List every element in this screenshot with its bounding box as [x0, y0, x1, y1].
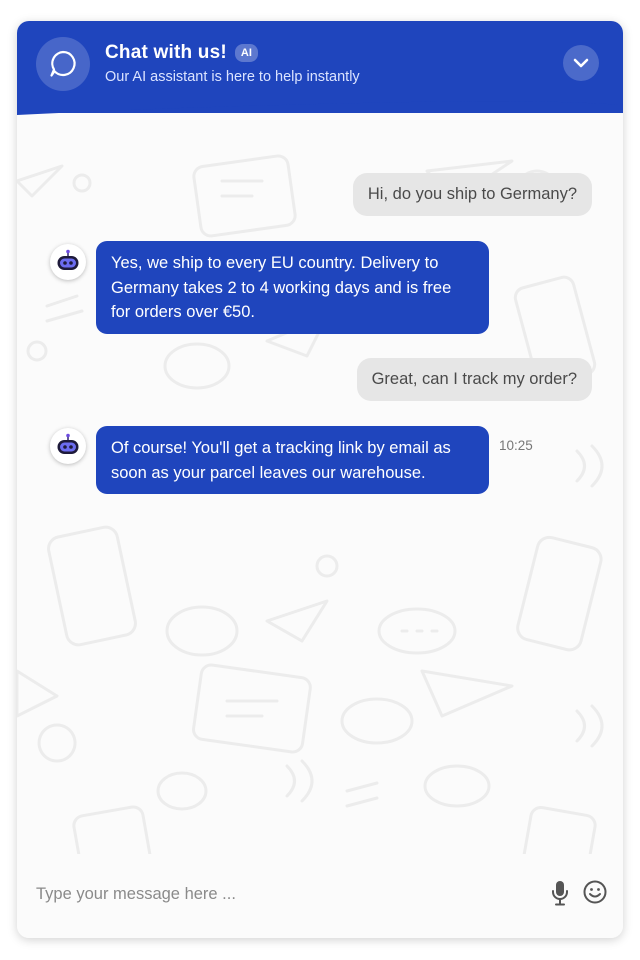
bot-avatar [50, 428, 86, 464]
emoji-button[interactable] [583, 880, 607, 904]
user-message: Great, can I track my order? [356, 358, 592, 401]
bot-message: Of course! You'll get a tracking link by… [96, 426, 489, 494]
chat-bubble-icon [36, 37, 90, 91]
ai-badge: AI [234, 44, 258, 62]
chat-subtitle: Our AI assistant is here to help instant… [105, 69, 360, 85]
header-title-row: Chat with us! AI [105, 42, 258, 64]
bot-message: Yes, we ship to every EU country. Delive… [96, 241, 489, 334]
user-message: Hi, do you ship to Germany? [352, 173, 592, 216]
header-wave [17, 99, 623, 115]
emoji-smile-icon [583, 880, 607, 904]
robot-icon [57, 433, 79, 454]
bot-avatar [50, 244, 86, 280]
message-timestamp: 10:25 [499, 438, 533, 453]
message-composer [17, 854, 623, 938]
voice-input-button[interactable] [550, 880, 570, 906]
microphone-icon [552, 881, 568, 906]
collapse-chat-button[interactable] [563, 45, 599, 81]
chat-widget: Chat with us! AI Our AI assistant is her… [17, 21, 623, 938]
message-input[interactable] [36, 879, 536, 909]
chat-title: Chat with us! [105, 42, 227, 63]
chevron-down-icon [573, 58, 589, 68]
robot-icon [57, 249, 79, 270]
